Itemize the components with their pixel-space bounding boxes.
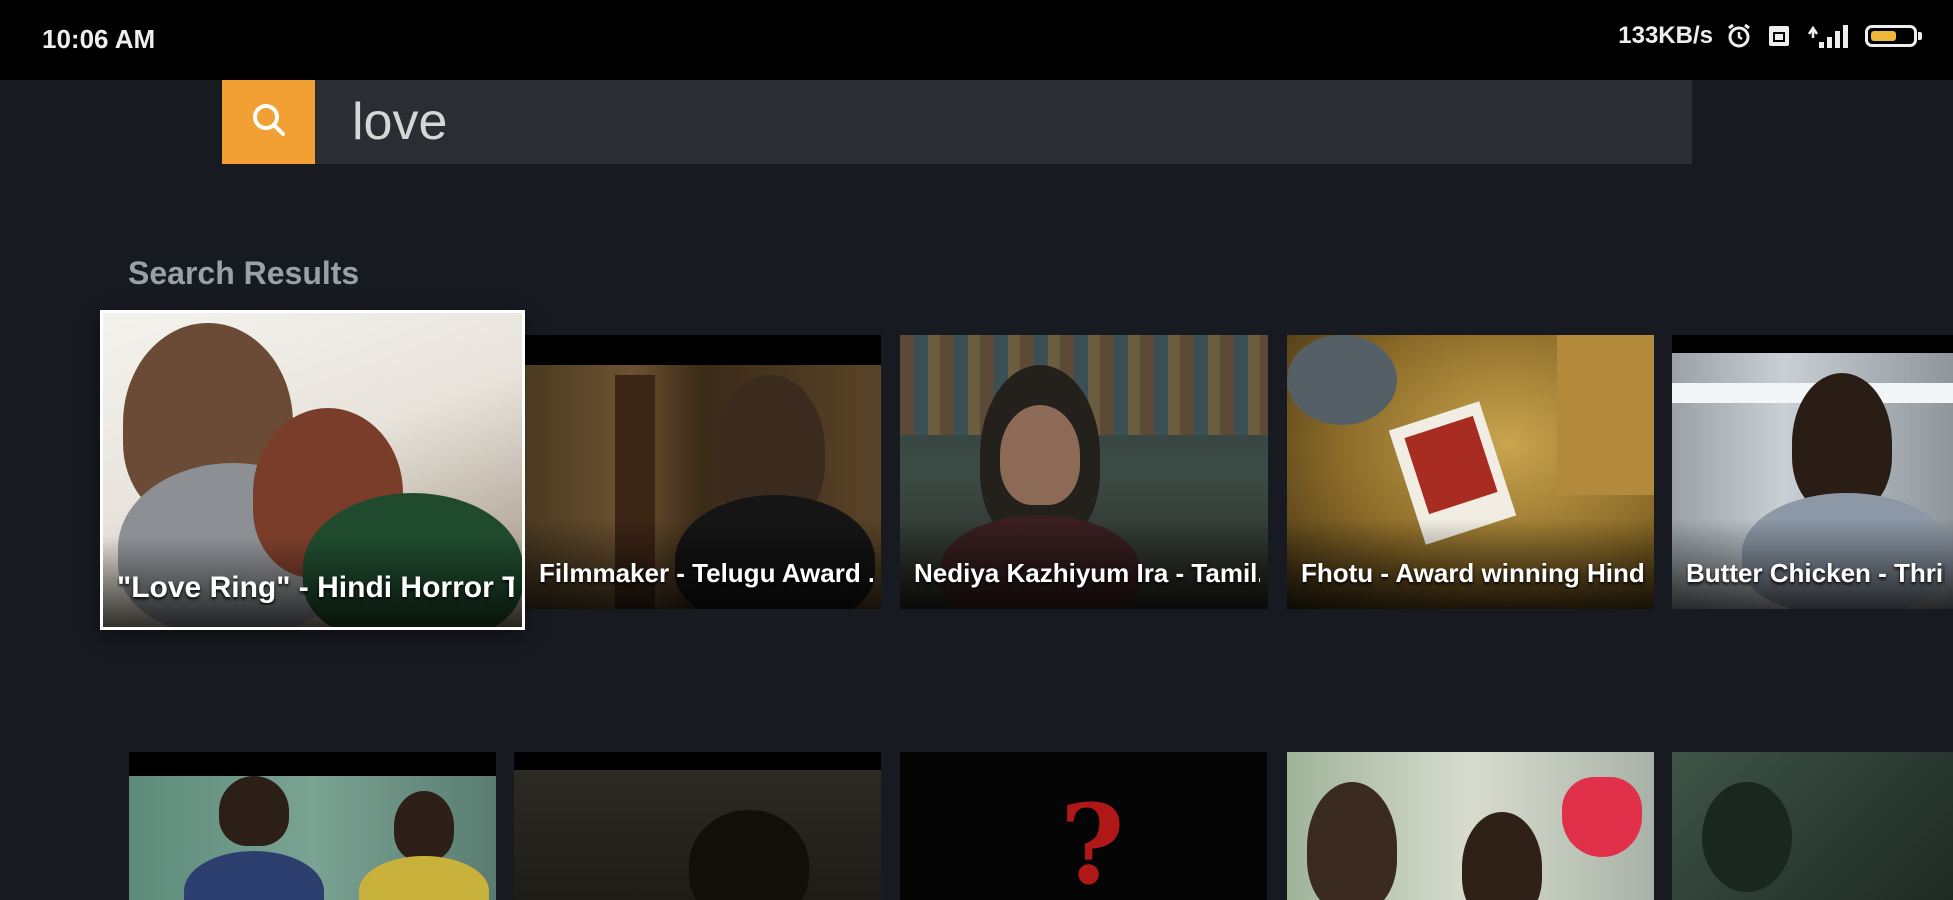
status-icons: 133KB/s (1618, 22, 1922, 50)
video-thumbnail (129, 776, 496, 900)
sim-icon (1765, 22, 1793, 50)
video-thumbnail (1672, 752, 1953, 900)
result-card[interactable] (1672, 752, 1953, 900)
result-card[interactable]: ? (900, 752, 1267, 900)
signal-icon (1805, 22, 1853, 50)
video-title: Butter Chicken - Thriller (1686, 558, 1945, 588)
result-card[interactable]: "Love Ring" - Hindi Horror T... (103, 313, 522, 627)
search-results-heading: Search Results (128, 255, 360, 291)
result-card[interactable] (129, 752, 496, 900)
search-button[interactable] (222, 80, 315, 164)
search-input[interactable]: love (352, 80, 447, 164)
video-title: Fhotu - Award winning Hind... (1301, 558, 1646, 588)
battery-icon (1865, 25, 1922, 47)
status-bar: 10:06 AM 133KB/s (0, 0, 1953, 80)
result-card[interactable]: Fhotu - Award winning Hind... (1287, 335, 1654, 609)
video-title: "Love Ring" - Hindi Horror T... (117, 571, 514, 604)
battery-level-fill (1871, 31, 1897, 41)
result-card[interactable]: Butter Chicken - Thriller (1672, 335, 1953, 609)
result-card[interactable] (1287, 752, 1654, 900)
result-card[interactable] (514, 752, 881, 900)
video-thumbnail (514, 770, 881, 900)
video-title: Filmmaker - Telugu Award ... (539, 558, 873, 588)
video-thumbnail: ? (900, 752, 1267, 900)
network-speed: 133KB/s (1618, 22, 1713, 49)
video-thumbnail (1287, 752, 1654, 900)
result-card[interactable]: Filmmaker - Telugu Award ... (525, 335, 881, 609)
video-title: Nediya Kazhiyum Ira - Tamil... (914, 558, 1260, 588)
search-icon (248, 99, 290, 146)
question-mark-graphic: ? (1060, 780, 1125, 900)
status-time: 10:06 AM (42, 24, 156, 54)
alarm-icon (1725, 22, 1753, 50)
result-card[interactable]: Nediya Kazhiyum Ira - Tamil... (900, 335, 1268, 609)
search-bar[interactable]: love (222, 80, 1692, 164)
